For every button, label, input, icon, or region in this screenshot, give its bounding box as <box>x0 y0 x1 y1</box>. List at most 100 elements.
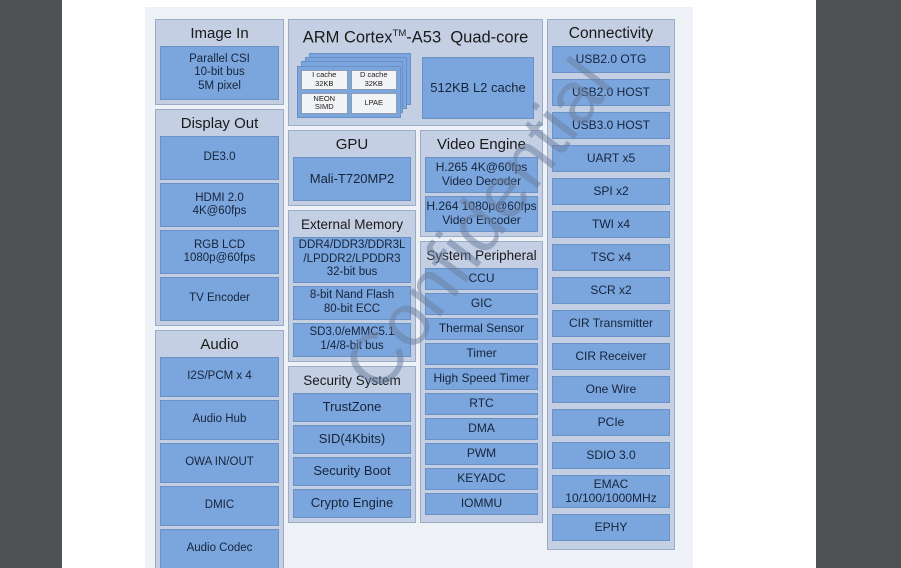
block-security-boot[interactable]: Security Boot <box>293 456 411 486</box>
block-emac[interactable]: EMAC 10/100/1000MHz <box>552 475 670 508</box>
group-audio: Audio I2S/PCM x 4 Audio Hub OWA IN/OUT D… <box>155 330 284 568</box>
group-title-gpu: GPU <box>335 135 369 153</box>
block-audio-hub[interactable]: Audio Hub <box>160 400 279 440</box>
block-line: DMIC <box>204 499 235 512</box>
block-tv-encoder[interactable]: TV Encoder <box>160 277 279 321</box>
block-one-wire[interactable]: One Wire <box>552 376 670 403</box>
block-line: TrustZone <box>322 399 382 415</box>
block-hdmi[interactable]: HDMI 2.0 4K@60fps <box>160 183 279 227</box>
block-usb30-host[interactable]: USB3.0 HOST <box>552 112 670 139</box>
cpu-body: I cache 32KB D cache 32KB NEON SIMD LPAE… <box>293 52 538 119</box>
block-usb20-otg[interactable]: USB2.0 OTG <box>552 46 670 73</box>
block-line: H.264 1080p@60fps <box>426 199 537 213</box>
block-line: 8-bit Nand Flash <box>309 289 395 301</box>
block-line: OWA IN/OUT <box>185 456 254 469</box>
block-line: Parallel CSI <box>189 52 250 65</box>
block-line: Mali-T720MP2 <box>309 170 395 186</box>
block-de30[interactable]: DE3.0 <box>160 136 279 180</box>
block-nand-flash[interactable]: 8-bit Nand Flash 80-bit ECC <box>293 285 411 320</box>
viewer-left-margin <box>0 0 62 568</box>
block-pcie[interactable]: PCIe <box>552 409 670 436</box>
block-line: DE3.0 <box>203 151 236 164</box>
block-line: 80-bit ECC <box>323 302 381 315</box>
block-ephy[interactable]: EPHY <box>552 514 670 541</box>
block-line: 4K@60fps <box>192 205 247 217</box>
block-rgb-lcd[interactable]: RGB LCD 1080p@60fps <box>160 230 279 274</box>
block-sdio[interactable]: SDIO 3.0 <box>552 442 670 469</box>
block-h265-decoder[interactable]: H.265 4K@60fps Video Decoder <box>425 156 538 193</box>
block-iommu[interactable]: IOMMU <box>425 492 538 515</box>
block-gic[interactable]: GIC <box>425 292 538 315</box>
block-line: UART x5 <box>586 150 636 165</box>
block-l2-cache[interactable]: 512KB L2 cache <box>422 56 534 119</box>
block-high-speed-timer[interactable]: High Speed Timer <box>425 367 538 390</box>
block-line: CIR Receiver <box>575 348 647 363</box>
cpu-core-stack[interactable]: I cache 32KB D cache 32KB NEON SIMD LPAE <box>297 52 413 119</box>
block-ccu[interactable]: CCU <box>425 267 538 290</box>
block-line: 5M pixel <box>198 79 241 92</box>
block-rtc[interactable]: RTC <box>425 392 538 415</box>
block-crypto-engine[interactable]: Crypto Engine <box>293 488 411 518</box>
group-video-engine: Video Engine H.265 4K@60fps Video Decode… <box>420 129 543 237</box>
diagram-column-grid: Image In Parallel CSI 10-bit bus 5M pixe… <box>155 19 683 568</box>
block-line: USB2.0 HOST <box>571 84 651 99</box>
block-line: Thermal Sensor <box>438 320 525 335</box>
block-trustzone[interactable]: TrustZone <box>293 392 411 422</box>
block-timer[interactable]: Timer <box>425 342 538 365</box>
group-title-system-peripheral: System Peripheral <box>426 247 537 263</box>
block-line: 1080p@60fps <box>183 252 256 264</box>
block-cir-receiver[interactable]: CIR Receiver <box>552 343 670 370</box>
block-line: PCIe <box>597 414 625 429</box>
block-mali-gpu[interactable]: Mali-T720MP2 <box>293 156 411 201</box>
block-uart[interactable]: UART x5 <box>552 145 670 172</box>
block-line: SID(4Kbits) <box>318 431 386 447</box>
block-line: SCR x2 <box>590 282 632 297</box>
block-parallel-csi[interactable]: Parallel CSI 10-bit bus 5M pixel <box>160 46 279 100</box>
block-line: /LPDDR2/LPDDR3 <box>303 252 401 265</box>
block-spi[interactable]: SPI x2 <box>552 178 670 205</box>
cell-line: SIMD <box>314 102 334 112</box>
block-h264-encoder[interactable]: H.264 1080p@60fps Video Encoder <box>425 195 538 232</box>
block-line: GIC <box>470 295 493 310</box>
group-system-peripheral: System Peripheral CCU GIC Thermal Sensor… <box>420 240 543 523</box>
cpu-title-rest: -A53 <box>406 28 442 47</box>
cell-line: 32KB <box>364 78 383 88</box>
block-owa-in-out[interactable]: OWA IN/OUT <box>160 443 279 483</box>
block-line: One Wire <box>585 381 637 396</box>
block-dma[interactable]: DMA <box>425 417 538 440</box>
block-line: Audio Codec <box>186 542 253 555</box>
column-center-wrapper: ARM CortexTM-A53 Quad-core I cache 32KB <box>288 19 543 527</box>
block-line: HDMI 2.0 <box>195 191 244 204</box>
block-line: Audio Hub <box>192 413 247 426</box>
group-connectivity: Connectivity USB2.0 OTG USB2.0 HOST USB3… <box>547 19 675 550</box>
block-usb20-host[interactable]: USB2.0 HOST <box>552 79 670 106</box>
block-i2s-pcm[interactable]: I2S/PCM x 4 <box>160 357 279 397</box>
group-title-video-engine: Video Engine <box>437 135 526 153</box>
block-sid[interactable]: SID(4Kbits) <box>293 424 411 454</box>
cpu-cell-d-cache: D cache 32KB <box>350 69 397 90</box>
group-title-display-out: Display Out <box>180 115 259 132</box>
cpu-cell-i-cache: I cache 32KB <box>301 69 348 90</box>
column-mid: GPU Mali-T720MP2 External Memory DDR4/DD… <box>288 129 416 527</box>
block-pwm[interactable]: PWM <box>425 442 538 465</box>
block-line: TV Encoder <box>189 292 250 305</box>
block-sd-emmc[interactable]: SD3.0/eMMC5.1 1/4/8-bit bus <box>293 322 411 357</box>
block-cir-transmitter[interactable]: CIR Transmitter <box>552 310 670 337</box>
group-title-audio: Audio <box>200 336 239 353</box>
block-audio-codec[interactable]: Audio Codec <box>160 529 279 568</box>
block-ddr[interactable]: DDR4/DDR3/DDR3L /LPDDR2/LPDDR3 32-bit bu… <box>293 236 411 283</box>
block-line: Crypto Engine <box>310 495 394 511</box>
block-line: CCU <box>468 270 495 285</box>
block-thermal-sensor[interactable]: Thermal Sensor <box>425 317 538 340</box>
block-tsc[interactable]: TSC x4 <box>552 244 670 271</box>
block-dmic[interactable]: DMIC <box>160 486 279 526</box>
cpu-cell-neon-simd: NEON SIMD <box>301 93 348 114</box>
cell-line: 32KB <box>315 78 334 88</box>
block-keyadc[interactable]: KEYADC <box>425 467 538 490</box>
block-line: Video Decoder <box>441 173 522 188</box>
block-scr[interactable]: SCR x2 <box>552 277 670 304</box>
group-display-out: Display Out DE3.0 HDMI 2.0 4K@60fps RGB … <box>155 109 284 326</box>
block-line: RGB LCD <box>193 238 246 251</box>
block-twi[interactable]: TWI x4 <box>552 211 670 238</box>
block-line: 10-bit bus <box>194 66 245 79</box>
